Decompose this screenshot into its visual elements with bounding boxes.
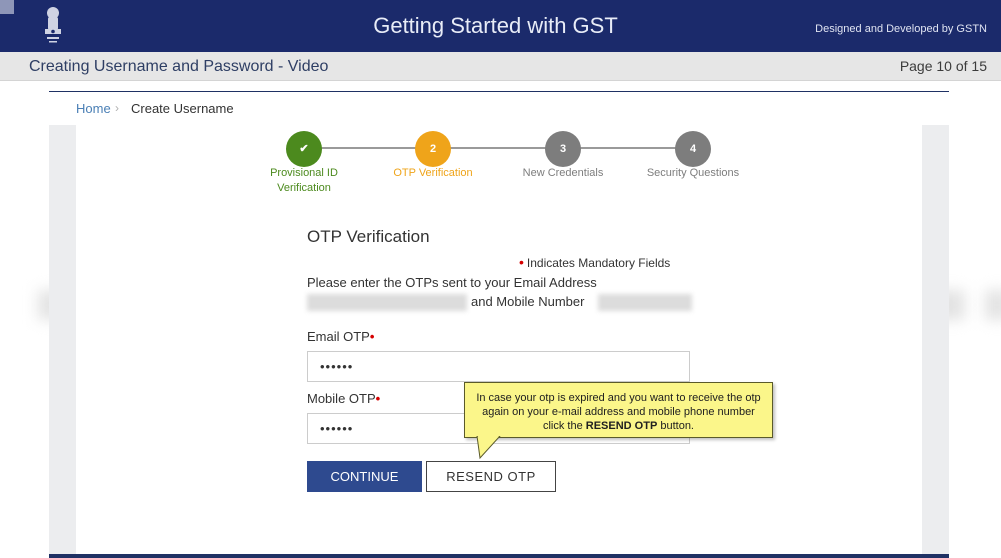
step-label-new-credentials: New Credentials	[522, 167, 604, 179]
redacted-mobile	[598, 294, 692, 311]
mandatory-note: • Indicates Mandatory Fields	[519, 254, 670, 270]
breadcrumb-home-link[interactable]: Home	[76, 101, 111, 116]
step-marker-security-questions: 4	[675, 131, 711, 167]
resend-otp-button[interactable]: RESEND OTP	[426, 461, 556, 492]
step-label-line: Verification	[277, 182, 331, 194]
instruction-line: and Mobile Number	[471, 294, 585, 309]
step-connector	[580, 147, 679, 149]
step-marker-new-credentials: 3	[545, 131, 581, 167]
step-connector	[321, 147, 419, 149]
tutorial-page: Getting Started with GST Designed and De…	[0, 0, 1001, 558]
callout-pointer-icon	[476, 436, 501, 460]
resend-otp-callout: In case your otp is expired and you want…	[464, 382, 773, 438]
redacted-email	[307, 294, 467, 311]
step-connector	[450, 147, 549, 149]
breadcrumb-separator: ›	[115, 101, 119, 115]
continue-button[interactable]: CONTINUE	[307, 461, 422, 492]
header-bar: Getting Started with GST Designed and De…	[0, 0, 1001, 52]
mobile-otp-label-text: Mobile OTP	[307, 391, 376, 406]
step-label-security-questions: Security Questions	[646, 167, 740, 179]
email-otp-input[interactable]	[307, 351, 690, 382]
designed-by-credit: Designed and Developed by GSTN	[815, 23, 987, 35]
form-card: ✔ 2 3 4 Provisional ID Verification OTP …	[76, 125, 922, 554]
step-label-otp-verification: OTP Verification	[393, 167, 473, 179]
edge-arrow-icon	[985, 290, 1001, 320]
email-otp-label: Email OTP•	[307, 329, 374, 344]
step-label-provisional-id: Provisional ID Verification	[234, 166, 374, 196]
portal-bottom-bar	[49, 554, 949, 558]
email-otp-label-text: Email OTP	[307, 329, 370, 344]
video-title-bar: Creating Username and Password - Video P…	[0, 52, 1001, 81]
required-marker: •	[369, 329, 375, 344]
video-title: Creating Username and Password - Video	[29, 58, 329, 75]
step-marker-otp-verification: 2	[415, 131, 451, 167]
mandatory-note-text: Indicates Mandatory Fields	[526, 256, 671, 270]
corner-mark	[0, 0, 14, 14]
mobile-otp-label: Mobile OTP•	[307, 391, 380, 406]
form-title: OTP Verification	[307, 227, 430, 246]
required-marker: •	[375, 391, 381, 406]
step-marker-provisional-id: ✔	[286, 131, 322, 167]
required-dot-icon: •	[519, 254, 524, 270]
portal-screen: Home › Create Username ✔ 2 3 4 Provision…	[49, 91, 949, 558]
step-label-line: Provisional ID	[270, 167, 338, 179]
breadcrumb: Home › Create Username	[49, 92, 949, 125]
page-indicator: Page 10 of 15	[899, 58, 987, 74]
instruction-line: Please enter the OTPs sent to your Email…	[307, 275, 597, 290]
callout-text: button.	[657, 420, 694, 432]
breadcrumb-current: Create Username	[131, 101, 234, 116]
callout-bold-text: RESEND OTP	[585, 420, 658, 432]
